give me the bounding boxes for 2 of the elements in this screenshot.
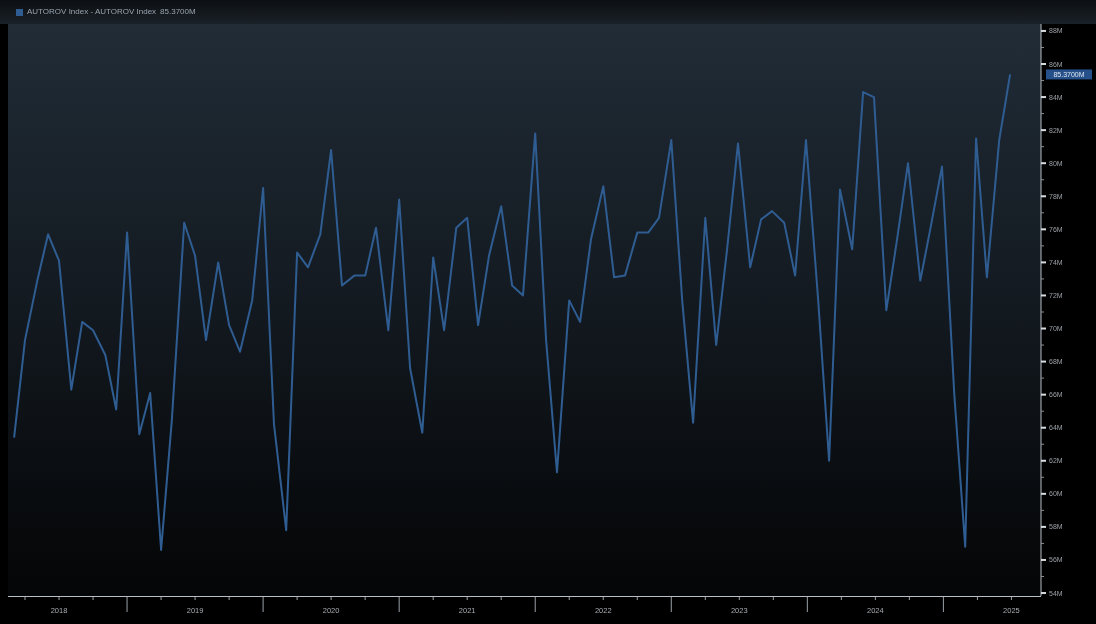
legend-label: AUTOROV Index - AUTOROV Index bbox=[27, 6, 157, 18]
legend-value: 85.3700M bbox=[160, 6, 196, 18]
